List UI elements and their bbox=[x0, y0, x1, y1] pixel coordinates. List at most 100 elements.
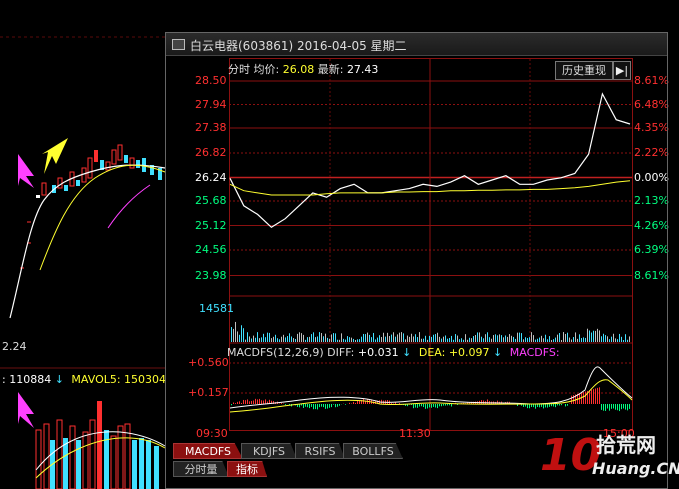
volume-bar bbox=[451, 335, 452, 342]
tab-indicator[interactable]: 指标 bbox=[227, 461, 267, 477]
macd-bar bbox=[621, 404, 622, 410]
macd-bar bbox=[237, 401, 238, 404]
macd-bar bbox=[353, 401, 354, 404]
tab-macdfs[interactable]: MACDFS bbox=[173, 443, 243, 459]
volume-bar bbox=[265, 337, 266, 342]
volume-bar bbox=[593, 330, 594, 342]
price-tick-label: 28.50 bbox=[195, 74, 227, 87]
macd-bar bbox=[573, 395, 574, 404]
history-replay-button[interactable]: 历史重现 bbox=[555, 61, 613, 80]
volume-bar bbox=[409, 336, 410, 342]
macd-bar bbox=[487, 399, 488, 404]
macd-bar bbox=[265, 399, 266, 404]
tab-volume[interactable]: 分时量 bbox=[173, 461, 229, 477]
volume-bar bbox=[433, 334, 434, 342]
volume-bar bbox=[567, 332, 568, 342]
volume-bar bbox=[357, 339, 358, 342]
volume-bar bbox=[315, 337, 316, 342]
price-tick-label: 25.68 bbox=[195, 194, 227, 207]
macd-bar bbox=[255, 398, 256, 404]
volume-bar bbox=[503, 337, 504, 342]
volume-bar bbox=[427, 339, 428, 342]
volume-bar bbox=[601, 336, 602, 342]
macd-bar bbox=[595, 388, 596, 404]
macd-bar bbox=[305, 404, 306, 407]
volume-bar bbox=[343, 338, 344, 342]
volume-bar bbox=[597, 328, 598, 342]
intraday-header: 分时 均价: 26.08 最新: 27.43 bbox=[228, 64, 378, 76]
volume-bar bbox=[325, 333, 326, 342]
macd-bar bbox=[433, 404, 434, 407]
macd-bar bbox=[441, 404, 442, 407]
volume-bar bbox=[337, 339, 338, 342]
macd-bar bbox=[565, 404, 566, 407]
macd-bar bbox=[251, 400, 252, 404]
macd-bar bbox=[571, 395, 572, 404]
percent-tick-label: 2.22% bbox=[634, 146, 669, 159]
tab-rsifs[interactable]: RSIFS bbox=[295, 443, 345, 459]
macd-bar bbox=[429, 404, 430, 408]
volume-bar bbox=[277, 338, 278, 342]
volume-bar bbox=[411, 333, 412, 342]
volume-bar bbox=[513, 336, 514, 342]
volume-bar bbox=[551, 339, 552, 342]
volume-bar bbox=[417, 337, 418, 342]
volume-bar bbox=[429, 335, 430, 342]
volume-bar bbox=[461, 338, 462, 342]
volume-bar bbox=[507, 336, 508, 342]
macd-bar bbox=[547, 404, 548, 408]
volume-bar bbox=[419, 332, 420, 342]
macd-bar bbox=[445, 404, 446, 406]
volume-bar bbox=[287, 336, 288, 342]
volume-bar bbox=[295, 338, 296, 342]
macd-bar bbox=[349, 402, 350, 404]
macd-bar bbox=[303, 404, 304, 408]
volume-bar bbox=[309, 336, 310, 342]
volume-bar bbox=[583, 337, 584, 342]
volume-bar bbox=[579, 334, 580, 342]
volume-bar bbox=[449, 337, 450, 342]
volume-bar bbox=[523, 339, 524, 342]
volume-bar bbox=[533, 335, 534, 342]
volume-bar bbox=[397, 334, 398, 342]
volume-bar bbox=[519, 332, 520, 342]
volume-bar bbox=[243, 328, 244, 342]
volume-bar bbox=[497, 335, 498, 342]
macd-bar bbox=[555, 404, 556, 408]
macd-bar bbox=[337, 404, 338, 407]
volume-bar bbox=[381, 336, 382, 342]
volume-bar bbox=[571, 339, 572, 342]
macd-bar bbox=[253, 400, 254, 404]
tab-bollfs[interactable]: BOLLFS bbox=[343, 443, 403, 459]
volume-bar bbox=[323, 336, 324, 342]
volume-bar bbox=[493, 335, 494, 342]
macd-bar bbox=[285, 404, 286, 405]
volume-bar bbox=[525, 337, 526, 342]
volume-bar bbox=[301, 333, 302, 342]
volume-bar bbox=[529, 337, 530, 342]
volume-bar bbox=[585, 337, 586, 342]
latest-value: 27.43 bbox=[346, 63, 379, 76]
watermark-site: Huang.CN bbox=[592, 459, 679, 478]
volume-bar bbox=[383, 332, 384, 342]
skip-end-button[interactable]: ▶| bbox=[613, 61, 631, 80]
price-tick-label: 26.82 bbox=[195, 146, 227, 159]
volume-bar bbox=[329, 338, 330, 342]
volume-bar bbox=[353, 338, 354, 342]
volume-bar bbox=[359, 339, 360, 342]
volume-bar bbox=[401, 332, 402, 342]
macd-bar bbox=[313, 404, 314, 410]
volume-bar bbox=[299, 332, 300, 342]
volume-bar bbox=[271, 338, 272, 342]
macd-bar bbox=[583, 392, 584, 404]
volume-bar bbox=[581, 338, 582, 342]
volume-bar bbox=[249, 336, 250, 342]
volume-bar bbox=[373, 332, 374, 342]
macd-bar bbox=[603, 404, 604, 411]
macd-bar bbox=[627, 404, 628, 411]
macd-bar bbox=[541, 404, 542, 407]
volume-bar bbox=[361, 336, 362, 342]
macd-bar bbox=[323, 404, 324, 408]
macd-bar bbox=[421, 404, 422, 407]
tab-kdjfs[interactable]: KDJFS bbox=[241, 443, 297, 459]
